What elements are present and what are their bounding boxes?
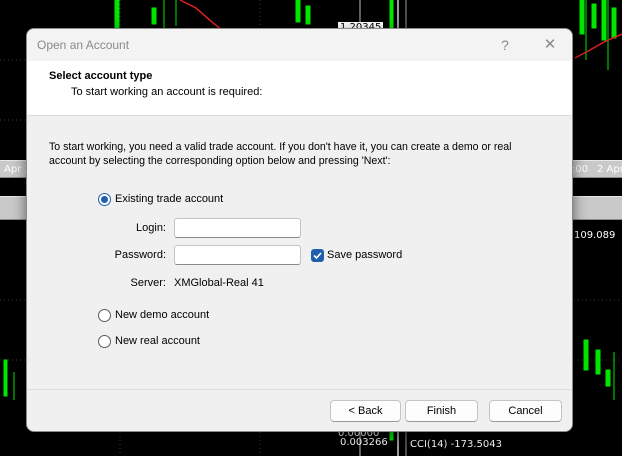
login-label: Login: [136, 222, 166, 234]
cancel-button[interactable]: Cancel [489, 400, 562, 422]
chart-price-label-right: 109.089 [574, 230, 616, 241]
password-label: Password: [114, 249, 166, 261]
dialog-titlebar[interactable]: Open an Account ? ✕ [27, 29, 572, 61]
dialog-title: Open an Account [37, 38, 130, 52]
chart-time-right: :00 [572, 164, 589, 175]
existing-account-radio[interactable] [98, 193, 111, 206]
indicator-label: CCI(14) -173.5043 [410, 439, 502, 450]
demo-account-label[interactable]: New demo account [115, 309, 209, 321]
header-subtitle: To start working an account is required: [71, 86, 263, 98]
open-account-dialog: Open an Account ? ✕ Select account type … [26, 28, 573, 432]
real-account-label[interactable]: New real account [115, 335, 200, 347]
indicator-value-2: 0.003266 [340, 437, 388, 448]
intro-line-1: To start working, you need a valid trade… [49, 141, 512, 153]
close-icon[interactable]: ✕ [535, 35, 565, 55]
chart-date-right: 2 Apr [597, 164, 622, 175]
save-password-label[interactable]: Save password [327, 249, 402, 261]
intro-line-2: account by selecting the corresponding o… [49, 155, 391, 167]
finish-button[interactable]: Finish [405, 400, 478, 422]
password-input[interactable] [174, 245, 301, 265]
checkmark-icon [313, 252, 322, 260]
dialog-header-panel: Select account type To start working an … [27, 61, 572, 116]
login-input[interactable] [174, 218, 301, 238]
real-account-radio[interactable] [98, 335, 111, 348]
existing-account-label[interactable]: Existing trade account [115, 193, 223, 205]
server-label: Server: [130, 277, 166, 289]
back-button[interactable]: < Back [330, 400, 401, 422]
demo-account-radio[interactable] [98, 309, 111, 322]
intro-text: To start working, you need a valid trade… [49, 140, 549, 168]
header-title: Select account type [49, 70, 153, 82]
help-icon[interactable]: ? [490, 35, 520, 55]
save-password-checkbox[interactable] [311, 249, 324, 262]
dialog-footer: < Back Finish Cancel [27, 389, 572, 431]
server-value: XMGlobal-Real 41 [174, 277, 264, 289]
